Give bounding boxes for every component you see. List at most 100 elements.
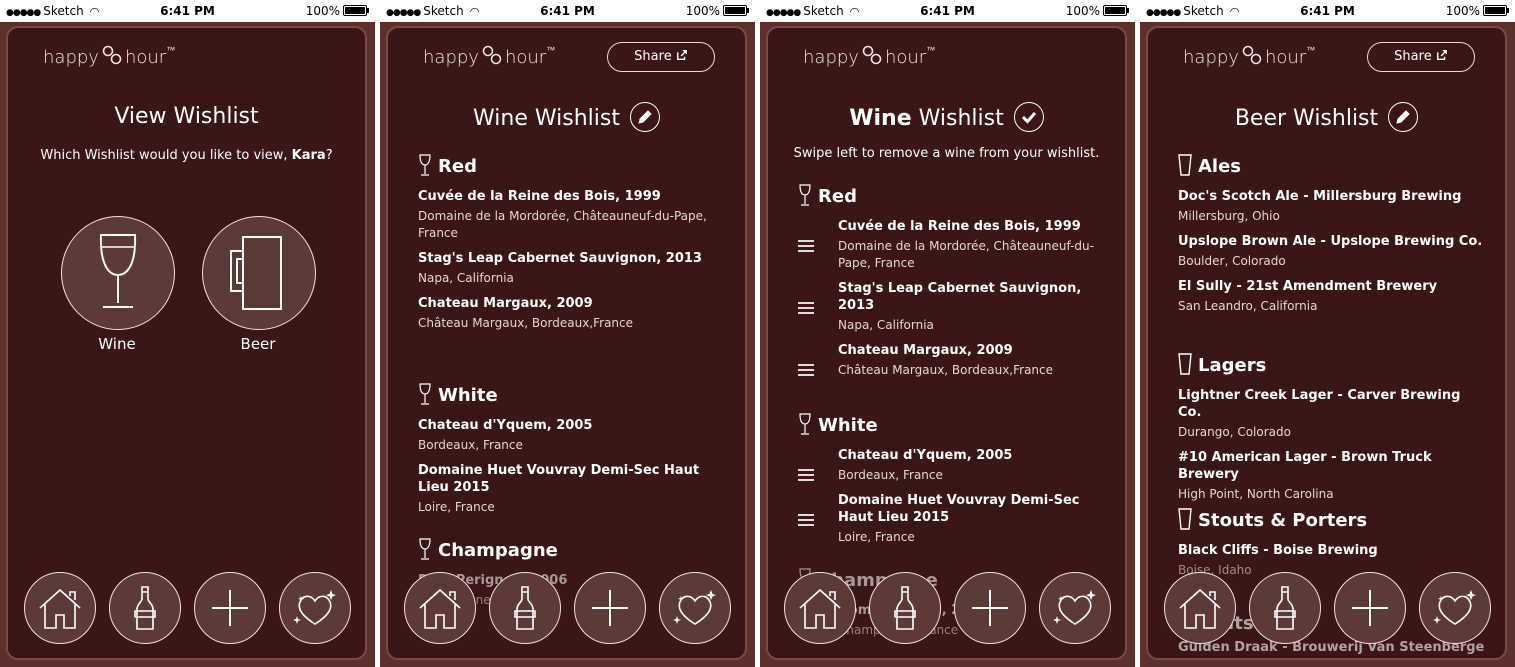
list-item[interactable]: Cuvée de la Reine des Bois, 1999 Domaine …	[418, 188, 725, 242]
logo-mark-icon	[482, 45, 502, 65]
list-item[interactable]: El Sully - 21st Amendment Brewery San Lea…	[1178, 278, 1485, 315]
edit-button[interactable]	[629, 102, 660, 132]
section-heading: Stouts & Porters	[1198, 510, 1368, 531]
share-button[interactable]: Share	[1367, 42, 1475, 72]
nav-wishlist-button[interactable]	[1039, 572, 1111, 644]
bottle-icon	[501, 584, 549, 632]
app-card: happy hour™ Share Beer Wishlist Ales Doc'…	[1146, 26, 1507, 660]
list-item[interactable]: #10 American Lager - Brown Truck Brewery…	[1178, 449, 1485, 503]
nav-home-button[interactable]	[1164, 572, 1236, 644]
checkmark-icon	[1019, 107, 1039, 127]
app-card: happy hour™ Wine Wishlist Swipe left to r…	[766, 26, 1127, 660]
app-logo: happy hour™	[803, 46, 936, 68]
wine-label: Wine	[98, 335, 136, 353]
bottle-icon	[121, 584, 169, 632]
battery-icon	[343, 5, 369, 16]
nav-home-button[interactable]	[404, 572, 476, 644]
nav-add-button[interactable]	[574, 572, 646, 644]
battery-percent: 100%	[1065, 4, 1100, 18]
heart-sparkle-icon	[671, 584, 719, 632]
list-item[interactable]: Lightner Creek Lager - Carver Brewing Co…	[1178, 387, 1485, 441]
page-title: Wine Wishlist	[768, 102, 1125, 134]
beer-mug-icon	[225, 233, 285, 313]
status-bar: ●●●●● Sketch ◠ 6:41 PM 100%	[1140, 0, 1515, 22]
section-heading: Ales	[1198, 156, 1242, 177]
bottom-nav	[784, 572, 1114, 646]
drag-handle-icon[interactable]	[798, 469, 814, 481]
share-button[interactable]: Share	[607, 42, 715, 72]
home-icon	[1176, 584, 1224, 632]
page-title: Beer Wishlist	[1148, 102, 1505, 134]
status-bar: ●●●●● Sketch ◠ 6:41 PM 100%	[380, 0, 755, 22]
nav-bottle-button[interactable]	[109, 572, 181, 644]
wine-glass-icon	[418, 383, 432, 405]
wine-glass-icon	[798, 184, 812, 206]
battery-percent: 100%	[1445, 4, 1480, 18]
beer-wishlist-button[interactable]	[202, 216, 316, 330]
beer-label: Beer	[240, 335, 276, 353]
battery-icon	[723, 5, 749, 16]
nav-bottle-button[interactable]	[1249, 572, 1321, 644]
app-card: happy hour™ Share Wine Wishlist Red Cuvée…	[386, 26, 747, 660]
wine-wishlist-button[interactable]	[61, 216, 175, 330]
section-red: Red Cuvée de la Reine des Bois, 1999 Doma…	[798, 184, 1105, 379]
list-item[interactable]: Cuvée de la Reine des Bois, 1999 Domaine …	[798, 218, 1105, 272]
nav-wishlist-button[interactable]	[659, 572, 731, 644]
battery-percent: 100%	[305, 4, 340, 18]
section-red: Red Cuvée de la Reine des Bois, 1999 Doma…	[418, 154, 725, 332]
nav-bottle-button[interactable]	[869, 572, 941, 644]
list-item[interactable]: Chateau Margaux, 2009 Château Margaux, Bo…	[418, 295, 725, 332]
app-logo: happy hour™	[43, 45, 176, 68]
list-item[interactable]: Domaine Huet Vouvray Demi-Sec Haut Lieu …	[798, 492, 1105, 546]
status-bar: ●●●●● Sketch ◠ 6:41 PM 100%	[0, 0, 375, 22]
nav-wishlist-button[interactable]	[279, 572, 351, 644]
list-item[interactable]: Doc's Scotch Ale - Millersburg Brewing Mi…	[1178, 188, 1485, 225]
section-lagers: Lagers Lightner Creek Lager - Carver Bre…	[1178, 353, 1485, 503]
screen-wine-wishlist: ●●●●● Sketch ◠ 6:41 PM 100% happy hour™ Sha…	[380, 0, 755, 667]
list-item[interactable]: Domaine Huet Vouvray Demi-Sec Haut Lieu …	[418, 462, 725, 516]
section-ales: Ales Doc's Scotch Ale - Millersburg Brew…	[1178, 154, 1485, 315]
nav-add-button[interactable]	[1334, 572, 1406, 644]
list-item[interactable]: Stag's Leap Cabernet Sauvignon, 2013 Napa…	[418, 250, 725, 287]
add-icon	[1346, 584, 1394, 632]
pencil-icon	[635, 107, 655, 127]
beer-glass-icon	[1178, 353, 1192, 375]
drag-handle-icon[interactable]	[798, 302, 814, 314]
wine-glass-icon	[418, 154, 432, 176]
home-icon	[416, 584, 464, 632]
bottom-nav	[1164, 572, 1494, 646]
nav-wishlist-button[interactable]	[1419, 572, 1491, 644]
screen-wine-wishlist-edit: ●●●●● Sketch ◠ 6:41 PM 100% happy hour™ Win…	[760, 0, 1135, 667]
heart-sparkle-icon	[1051, 584, 1099, 632]
bottle-icon	[881, 584, 929, 632]
list-item[interactable]: Chateau Margaux, 2009 Château Margaux, Bo…	[798, 342, 1105, 379]
drag-handle-icon[interactable]	[798, 514, 814, 526]
bottom-nav	[404, 572, 734, 646]
logo-mark-icon	[102, 45, 122, 65]
nav-home-button[interactable]	[24, 572, 96, 644]
page-title: Wine Wishlist	[388, 102, 745, 134]
home-icon	[36, 584, 84, 632]
nav-add-button[interactable]	[194, 572, 266, 644]
drag-handle-icon[interactable]	[798, 364, 814, 376]
add-icon	[966, 584, 1014, 632]
wishlist-prompt: Which Wishlist would you like to view, K…	[40, 148, 333, 163]
drag-handle-icon[interactable]	[798, 240, 814, 252]
add-icon	[586, 584, 634, 632]
home-icon	[796, 584, 844, 632]
done-button[interactable]	[1013, 102, 1044, 132]
nav-home-button[interactable]	[784, 572, 856, 644]
list-item[interactable]: Chateau d'Yquem, 2005 Bordeaux, France	[798, 447, 1105, 484]
list-item[interactable]: Chateau d'Yquem, 2005 Bordeaux, France	[418, 417, 725, 454]
battery-icon	[1483, 5, 1509, 16]
nav-add-button[interactable]	[954, 572, 1026, 644]
section-stouts-porters: Stouts & Porters Black Cliffs - Boise Br…	[1178, 508, 1485, 579]
nav-bottle-button[interactable]	[489, 572, 561, 644]
status-bar: ●●●●● Sketch ◠ 6:41 PM 100%	[760, 0, 1135, 22]
battery-percent: 100%	[685, 4, 720, 18]
list-item[interactable]: Stag's Leap Cabernet Sauvignon, 2013 Napa…	[798, 280, 1105, 334]
edit-button[interactable]	[1388, 102, 1419, 132]
section-heading: White	[818, 415, 878, 436]
list-item[interactable]: Upslope Brown Ale - Upslope Brewing Co. B…	[1178, 233, 1485, 270]
wine-glass-icon	[418, 538, 432, 560]
